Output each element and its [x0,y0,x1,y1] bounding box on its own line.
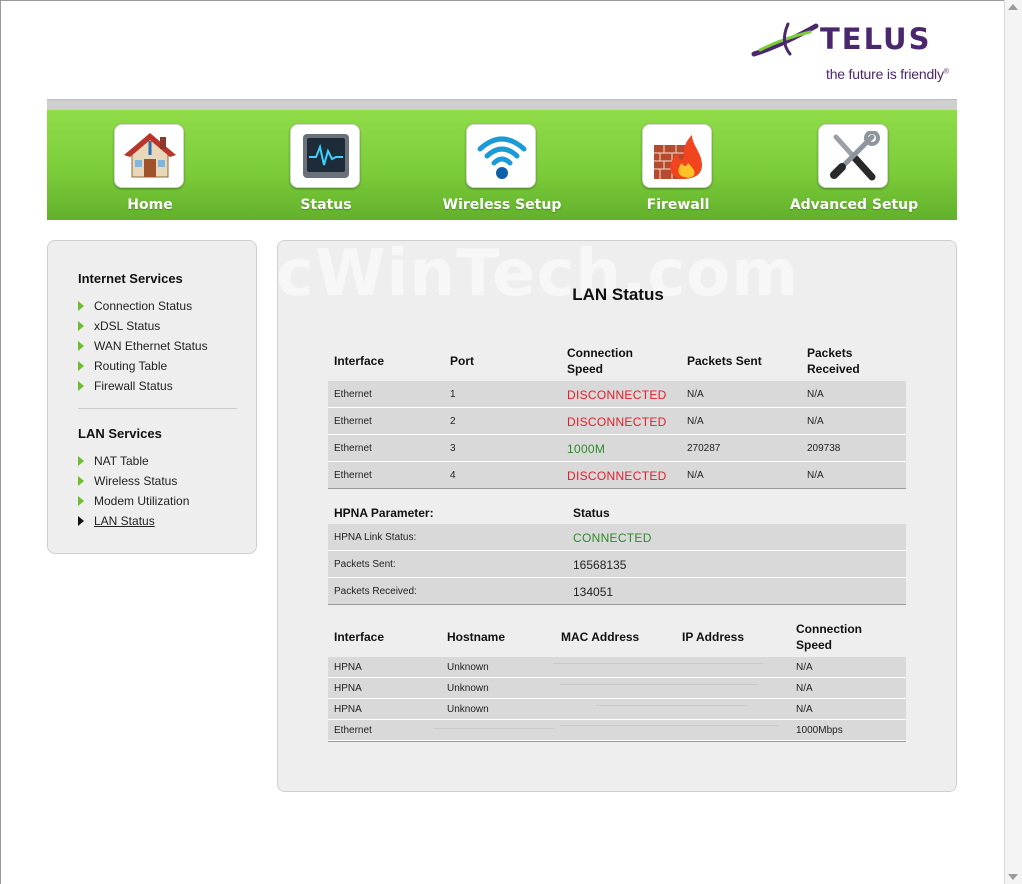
table-row: Packets Received: 134051 [328,578,906,605]
nav-firewall-label: Firewall [646,197,710,213]
table-row: Ethernet 2 DISCONNECTED N/A N/A [328,408,906,435]
nav-advanced-setup-label: Advanced Setup [789,197,919,213]
firewall-icon [654,135,702,179]
sidebar-item-routing-table[interactable]: Routing Table [78,358,167,374]
nav-status[interactable]: Status [238,110,414,220]
nav-firewall[interactable]: Firewall [590,110,766,220]
arrow-right-icon [78,380,84,391]
table-row: HPNA Unknown N/A [328,657,906,678]
tools-icon [830,131,880,181]
arrow-right-icon [78,320,84,331]
nav-home[interactable]: Home [62,110,238,220]
arrow-right-icon [78,475,84,486]
table-row: Ethernet 1 DISCONNECTED N/A N/A [328,381,906,408]
table-divider [328,488,906,489]
table-row: Ethernet 3 1000M 270287 209738 [328,435,906,462]
redacted-address [553,663,763,668]
arrow-right-icon [78,340,84,351]
status-badge: DISCONNECTED [567,469,667,483]
redacted-address [434,728,554,733]
monitor-icon [303,134,349,178]
telus-logo: TELUS the future is friendly® [750,18,960,88]
arrow-right-icon [78,515,84,526]
sidebar-item-connection-status[interactable]: Connection Status [78,298,192,314]
internet-services-title: Internet Services [78,271,183,286]
col-mac-address: MAC Address [561,630,640,644]
col-hostname: Hostname [447,630,506,644]
vertical-scrollbar[interactable] [1004,0,1022,884]
scroll-up-icon[interactable] [1008,4,1018,10]
status-badge: CONNECTED [573,531,652,545]
sidebar-item-wan-ethernet-status[interactable]: WAN Ethernet Status [78,338,208,354]
table-row: Ethernet 4 DISCONNECTED N/A N/A [328,462,906,489]
status-badge: DISCONNECTED [567,415,667,429]
table-divider [328,741,906,742]
telus-mark-icon [751,22,819,57]
sidebar: Internet Services Connection Status xDSL… [47,240,257,554]
col-ip-address: IP Address [682,630,745,644]
arrow-right-icon [78,360,84,371]
home-tile [114,124,184,188]
brand-tagline: the future is friendly® [826,66,949,82]
col-connection-speed: Connection Speed [567,346,633,376]
table-row: HPNA Link Status: CONNECTED [328,524,906,551]
nav-wireless-setup-label: Wireless Setup [442,197,562,213]
col-interface: Interface [334,354,385,368]
brand-name: TELUS [820,22,932,56]
sidebar-item-modem-utilization[interactable]: Modem Utilization [78,493,189,509]
status-tile [290,124,360,188]
nav-top-bar [47,99,957,110]
sidebar-item-wireless-status[interactable]: Wireless Status [78,473,177,489]
main-nav: Home Status Wireless Setup Firewall Adva… [47,110,957,220]
sidebar-divider [78,408,237,409]
sidebar-item-nat-table[interactable]: NAT Table [78,453,149,469]
table-row: HPNA Unknown N/A [328,699,906,720]
nav-status-label: Status [300,197,352,213]
lan-services-title: LAN Services [78,426,162,441]
col-packets-sent: Packets Sent [687,354,762,368]
house-icon [124,133,176,178]
nav-advanced-setup[interactable]: Advanced Setup [766,110,942,220]
scroll-down-icon[interactable] [1008,874,1018,880]
arrow-right-icon [78,300,84,311]
redacted-address [560,725,778,730]
arrow-right-icon [78,455,84,466]
advanced-tile [818,124,888,188]
col-connection-speed: Connection Speed [796,622,862,652]
redacted-address [560,684,758,689]
col-interface: Interface [334,630,385,644]
sidebar-item-lan-status[interactable]: LAN Status [78,513,155,529]
wifi-icon [477,136,527,179]
wireless-tile [466,124,536,188]
col-hpna-parameter: HPNA Parameter: [334,506,434,520]
nav-wireless-setup[interactable]: Wireless Setup [414,110,590,220]
redacted-address [596,705,746,710]
status-badge: 1000M [567,442,606,456]
sidebar-item-xdsl-status[interactable]: xDSL Status [78,318,160,334]
nav-home-label: Home [127,197,173,213]
window-frame-top [0,0,1004,1]
table-divider [328,604,906,605]
col-port: Port [450,354,474,368]
sidebar-item-firewall-status[interactable]: Firewall Status [78,378,173,394]
table-row: Ethernet 1000Mbps [328,720,906,741]
firewall-tile [642,124,712,188]
page-title: LAN Status [572,285,664,304]
window-frame-left [0,0,1,884]
table-row: HPNA Unknown N/A [328,678,906,699]
status-badge: DISCONNECTED [567,388,667,402]
col-status: Status [573,506,610,520]
table-row: Packets Sent: 16568135 [328,551,906,578]
col-packets-received: Packets Received [807,346,860,376]
main-panel: PcWinTech.com LAN Status Interface Port … [277,240,957,792]
arrow-right-icon [78,495,84,506]
